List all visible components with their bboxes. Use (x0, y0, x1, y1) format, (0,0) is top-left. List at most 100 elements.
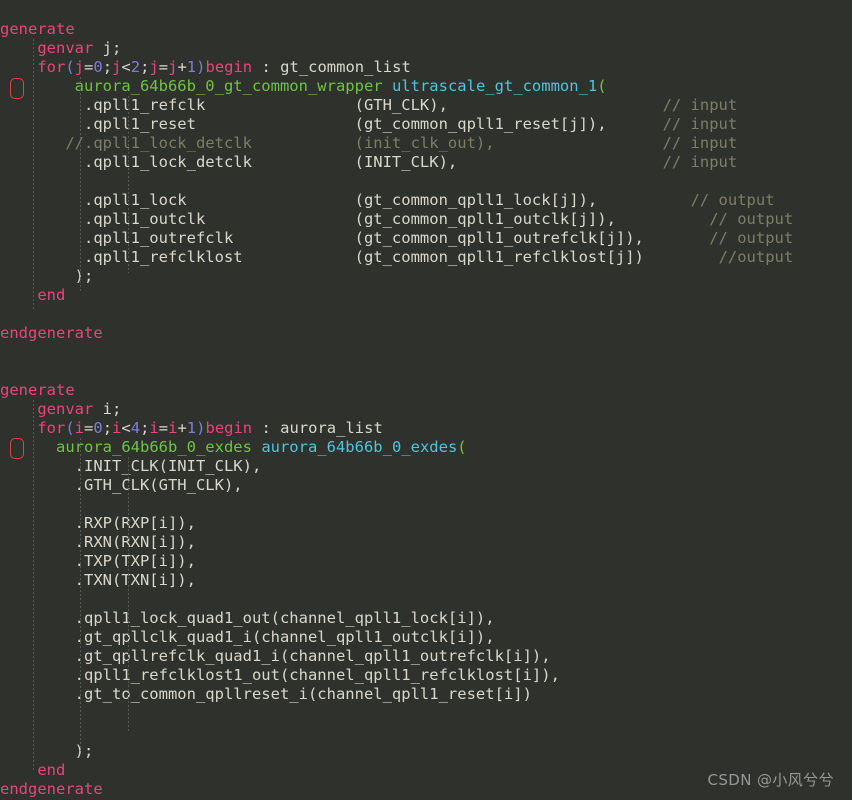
code-line[interactable]: aurora_64b66b_0_exdes aurora_64b66b_0_ex… (0, 438, 852, 457)
code-line[interactable] (0, 172, 852, 191)
code-token: .gt_qpllrefclk_quad1_i(channel_qpll1_out… (0, 647, 551, 665)
code-token: .qpll1_refclklost1_out(channel_qpll1_ref… (0, 666, 560, 684)
code-line[interactable]: .qpll1_reset (gt_common_qpll1_reset[j]),… (0, 115, 852, 134)
code-line[interactable] (0, 495, 852, 514)
code-token: ultrascale_gt_common_1 (391, 77, 598, 95)
code-token: .qpll1_reset (gt_common_qpll1_reset[j]), (0, 115, 663, 133)
code-token: .RXN(RXN[i]), (0, 533, 196, 551)
code-token: end (37, 761, 66, 779)
code-line[interactable]: .qpll1_lock_detclk (INIT_CLK), // input (0, 153, 852, 172)
code-token: .TXP(TXP[i]), (0, 552, 196, 570)
code-line[interactable]: genvar j; (0, 39, 852, 58)
code-token: : aurora_list (252, 419, 383, 437)
code-token: 0 (93, 419, 103, 437)
code-line[interactable]: .qpll1_refclklost1_out(channel_qpll1_ref… (0, 666, 852, 685)
code-line[interactable]: .qpll1_lock (gt_common_qpll1_lock[j]), /… (0, 191, 852, 210)
code-token: // output (690, 191, 775, 209)
code-token: generate (0, 381, 75, 399)
code-line[interactable] (0, 723, 852, 742)
code-token: genvar (37, 400, 94, 418)
code-line[interactable]: .qpll1_refclklost (gt_common_qpll1_refcl… (0, 248, 852, 267)
code-token: i; (93, 400, 122, 418)
code-line[interactable]: .gt_qpllrefclk_quad1_i(channel_qpll1_out… (0, 647, 852, 666)
code-line[interactable]: .INIT_CLK(INIT_CLK), (0, 457, 852, 476)
code-line[interactable]: ); (0, 267, 852, 286)
code-token: j (74, 58, 85, 76)
code-token: ); (0, 267, 94, 285)
code-token: : gt_common_list (252, 58, 411, 76)
code-token: .qpll1_lock (gt_common_qpll1_lock[j]), (0, 191, 691, 209)
code-token: = (84, 58, 94, 76)
code-token: j; (93, 39, 122, 57)
code-token: = (84, 419, 94, 437)
code-token: < (121, 58, 131, 76)
code-token: i (149, 419, 159, 437)
code-line[interactable]: aurora_64b66b_0_gt_common_wrapper ultras… (0, 77, 852, 96)
code-token: for (37, 419, 66, 437)
code-content[interactable]: generate genvar j; for(j=0;j<2;j=j+1)beg… (0, 0, 852, 799)
code-line[interactable] (0, 362, 852, 381)
code-token: .RXP(RXP[i]), (0, 514, 196, 532)
code-token: ( (65, 419, 75, 437)
code-token: aurora_64b66b_0_gt_common_wrapper (74, 77, 383, 95)
code-line[interactable]: .qpll1_outrefclk (gt_common_qpll1_outref… (0, 229, 852, 248)
code-token: .qpll1_lock_quad1_out(channel_qpll1_lock… (0, 609, 495, 627)
code-line[interactable] (0, 343, 852, 362)
code-token: begin (205, 419, 253, 437)
code-line[interactable]: .RXP(RXP[i]), (0, 514, 852, 533)
code-token: .GTH_CLK(GTH_CLK), (0, 476, 243, 494)
code-line[interactable] (0, 590, 852, 609)
code-line[interactable]: .qpll1_refclk (GTH_CLK), // input (0, 96, 852, 115)
code-token: for (37, 58, 66, 76)
code-line[interactable]: //.qpll1_lock_detclk (init_clk_out), // … (0, 134, 852, 153)
code-token: // input (662, 153, 738, 171)
code-token: endgenerate (0, 324, 103, 342)
code-line[interactable]: generate (0, 381, 852, 400)
code-token: i (112, 419, 122, 437)
code-line[interactable]: .qpll1_lock_quad1_out(channel_qpll1_lock… (0, 609, 852, 628)
code-token: 2 (130, 58, 141, 76)
code-token: .qpll1_lock_detclk (INIT_CLK), (0, 153, 663, 171)
code-line[interactable]: end (0, 286, 852, 305)
code-line[interactable]: for(j=0;j<2;j=j+1)begin : gt_common_list (0, 58, 852, 77)
code-token: < (121, 419, 131, 437)
code-editor[interactable]: generate genvar j; for(j=0;j<2;j=j+1)beg… (0, 0, 852, 800)
code-line[interactable]: endgenerate (0, 324, 852, 343)
code-token: .qpll1_refclklost (gt_common_qpll1_refcl… (0, 248, 719, 266)
code-line[interactable] (0, 305, 852, 324)
code-token: ( (597, 77, 607, 95)
code-token: .gt_to_common_qpllreset_i(channel_qpll1_… (0, 685, 532, 703)
code-token: .qpll1_outclk (gt_common_qpll1_outclk[j]… (0, 210, 710, 228)
code-line[interactable]: .TXN(TXN[i]), (0, 571, 852, 590)
code-token: + (177, 58, 187, 76)
code-line[interactable]: .qpll1_outclk (gt_common_qpll1_outclk[j]… (0, 210, 852, 229)
code-line[interactable]: for(i=0;i<4;i=i+1)begin : aurora_list (0, 419, 852, 438)
code-line[interactable]: .gt_qpllclk_quad1_i(channel_qpll1_outclk… (0, 628, 852, 647)
code-token: aurora_64b66b_0_exdes (261, 438, 458, 456)
code-line[interactable]: .TXP(TXP[i]), (0, 552, 852, 571)
code-token: = (158, 419, 169, 437)
code-token: j (112, 58, 122, 76)
code-line[interactable]: genvar i; (0, 400, 852, 419)
code-token: ); (0, 742, 94, 760)
code-token: .INIT_CLK(INIT_CLK), (0, 457, 262, 475)
code-line[interactable]: generate (0, 20, 852, 39)
code-token: begin (205, 58, 253, 76)
code-line[interactable]: .RXN(RXN[i]), (0, 533, 852, 552)
code-line[interactable] (0, 704, 852, 723)
code-line[interactable]: .GTH_CLK(GTH_CLK), (0, 476, 852, 495)
code-token: 4 (130, 419, 141, 437)
code-token: endgenerate (0, 780, 103, 798)
code-line[interactable]: .gt_to_common_qpllreset_i(channel_qpll1_… (0, 685, 852, 704)
code-line[interactable]: ); (0, 742, 852, 761)
code-token: genvar (37, 39, 94, 57)
